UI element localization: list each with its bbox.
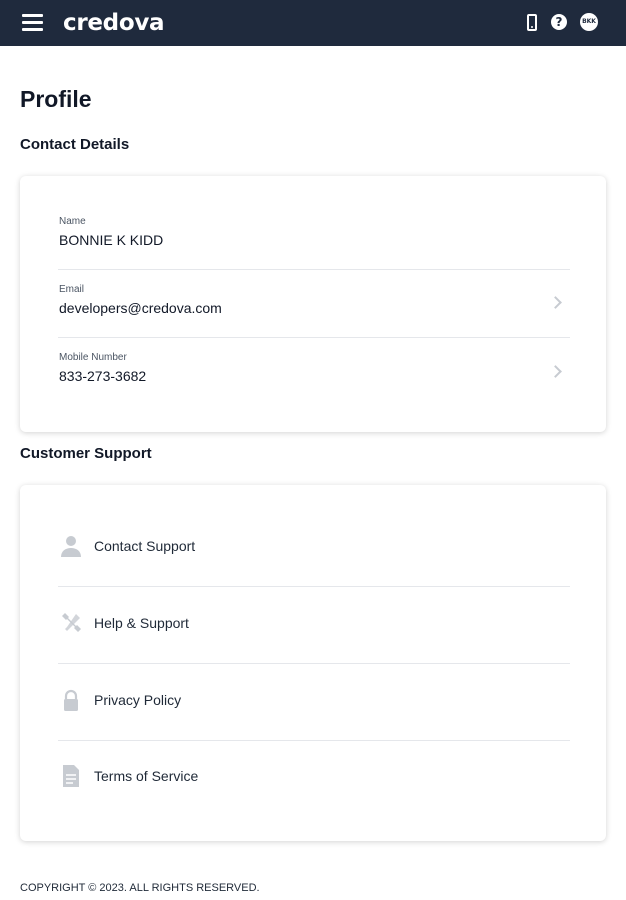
mobile-number-field: Mobile Number 833-273-3682 xyxy=(59,352,569,384)
help-support-item[interactable]: Help & Support xyxy=(58,585,570,661)
person-icon xyxy=(58,533,84,559)
help-icon[interactable]: ? xyxy=(551,14,567,30)
email-label: Email xyxy=(59,284,85,295)
mobile-number-value: 833-273-3682 xyxy=(59,368,147,384)
document-icon xyxy=(58,763,84,789)
menu-icon[interactable] xyxy=(22,14,43,31)
lock-icon xyxy=(58,687,84,713)
app-header: credova ? BKK xyxy=(0,0,626,46)
contact-support-item[interactable]: Contact Support xyxy=(58,508,570,584)
customer-support-heading: Customer Support xyxy=(20,445,152,462)
name-field: Name BONNIE K KIDD xyxy=(59,216,569,248)
contact-details-heading: Contact Details xyxy=(20,136,130,153)
phone-icon[interactable] xyxy=(527,13,537,31)
name-label: Name xyxy=(59,216,86,227)
name-value: BONNIE K KIDD xyxy=(59,232,164,248)
email-value: developers@credova.com xyxy=(59,300,222,316)
privacy-policy-item[interactable]: Privacy Policy xyxy=(58,662,570,738)
tools-icon xyxy=(58,610,84,636)
email-field: Email developers@credova.com xyxy=(59,284,569,316)
customer-support-card: Contact Support Help & Support Privacy P… xyxy=(20,485,606,841)
page-title: Profile xyxy=(20,86,92,112)
privacy-policy-label: Privacy Policy xyxy=(94,692,182,708)
header-actions: ? BKK xyxy=(527,13,598,31)
terms-of-service-item[interactable]: Terms of Service xyxy=(58,738,570,814)
copyright-text: COPYRIGHT © 2023. ALL RIGHTS RESERVED. xyxy=(20,882,260,894)
avatar[interactable]: BKK xyxy=(580,13,598,31)
mobile-number-label: Mobile Number xyxy=(59,352,127,363)
terms-of-service-label: Terms of Service xyxy=(94,768,199,784)
help-support-label: Help & Support xyxy=(94,615,189,631)
contact-details-card: Name BONNIE K KIDD Email developers@cred… xyxy=(20,176,606,432)
brand-logo[interactable]: credova xyxy=(63,10,165,36)
contact-support-label: Contact Support xyxy=(94,538,196,554)
